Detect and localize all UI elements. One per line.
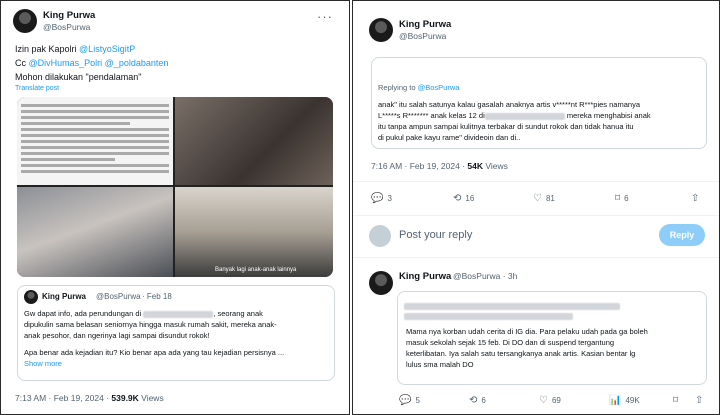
user-avatar bbox=[369, 225, 391, 247]
divider bbox=[353, 215, 719, 216]
reply-author-name[interactable]: King Purwa bbox=[399, 271, 451, 282]
reply-author-handle[interactable]: @BosPurwa · 3h bbox=[453, 271, 517, 281]
more-icon[interactable]: ··· bbox=[317, 9, 333, 24]
tweet-timestamp: 7:13 AM · Feb 19, 2024 · 539.9K Views bbox=[15, 393, 164, 403]
reply-content-box: Mama nya korban udah cerita di IG dia. P… bbox=[397, 291, 707, 385]
reply-button[interactable]: Reply bbox=[659, 224, 705, 246]
left-tweet-panel: King Purwa @BosPurwa ··· Izin pak Kapolr… bbox=[0, 0, 350, 415]
media-grid[interactable]: Banyak lagi anak-anak lainnya bbox=[17, 97, 333, 277]
ward-photo-image[interactable]: Banyak lagi anak-anak lainnya bbox=[175, 187, 333, 277]
redacted-text bbox=[484, 112, 565, 120]
views-icon: 📊 bbox=[609, 395, 622, 406]
reply-line-4: di pukul pake kayu rame" divideoin dan d… bbox=[378, 133, 521, 142]
replying-to-label: Replying to @BosPurwa bbox=[378, 83, 460, 92]
reply-line-1: anak" itu salah satunya kalau gasalah an… bbox=[378, 100, 640, 109]
share-icon: ⇧ bbox=[695, 395, 704, 406]
quote-date: · Feb 18 bbox=[142, 292, 172, 301]
group-photo-image[interactable] bbox=[175, 97, 333, 185]
avatar[interactable] bbox=[369, 18, 393, 42]
show-more-link[interactable]: Show more bbox=[24, 358, 62, 370]
bookmark-action[interactable]: ⌑ bbox=[673, 395, 678, 406]
reply-icon: 💬 bbox=[371, 193, 384, 204]
quote-line-1: Gw dapat info, ada perundungan di , seor… bbox=[24, 309, 263, 318]
bookmark-action[interactable]: ⌑ 6 bbox=[615, 193, 629, 204]
quote-author-name: King Purwa bbox=[42, 292, 87, 301]
avatar[interactable] bbox=[369, 271, 393, 295]
share-icon: ⇧ bbox=[691, 193, 700, 204]
reply-action[interactable]: 💬 5 bbox=[399, 395, 420, 406]
redacted-text bbox=[143, 310, 214, 318]
author-name[interactable]: King Purwa bbox=[399, 19, 451, 30]
heart-icon: ♡ bbox=[533, 193, 542, 204]
reply2-line-2: masuk sekolah sejak 15 feb. Di DO dan di… bbox=[406, 338, 615, 347]
repost-action[interactable]: ⟲ 16 bbox=[453, 193, 474, 204]
image-caption: Banyak lagi anak-anak lainnya bbox=[215, 267, 297, 273]
repost-icon: ⟲ bbox=[469, 395, 478, 406]
like-action[interactable]: ♡ 81 bbox=[533, 193, 555, 204]
hospital-photo-image[interactable] bbox=[17, 187, 173, 277]
reply2-line-4: lulus sma malah DO bbox=[406, 360, 474, 369]
quote-author-handle: @BosPurwa bbox=[96, 292, 141, 301]
repost-icon: ⟲ bbox=[453, 193, 462, 204]
quote-line-3: anak pesohor, dan ngerinya lagi sampai d… bbox=[24, 331, 210, 340]
share-action[interactable]: ⇧ bbox=[695, 395, 703, 406]
divider bbox=[353, 257, 719, 258]
right-reply-panel: King Purwa @BosPurwa Replying to @BosPur… bbox=[352, 0, 720, 415]
reply2-line-3: keterlibatan. Iya salah satu tersangkany… bbox=[406, 349, 636, 358]
reply-input[interactable]: Post your reply bbox=[399, 229, 472, 241]
reply2-line-1: Mama nya korban udah cerita di IG dia. P… bbox=[406, 327, 648, 336]
redacted-header bbox=[404, 308, 574, 326]
heart-icon: ♡ bbox=[539, 395, 548, 406]
divider bbox=[353, 181, 719, 182]
author-name[interactable]: King Purwa bbox=[43, 10, 95, 21]
reply-line-2: L*****s R******* anak kelas 12 di mereka… bbox=[378, 111, 651, 120]
translate-link[interactable]: Translate post bbox=[15, 83, 59, 95]
mention-link[interactable]: @_poldabanten bbox=[105, 58, 169, 68]
avatar[interactable] bbox=[13, 9, 37, 33]
reply-content-box: Replying to @BosPurwa anak" itu salah sa… bbox=[371, 57, 707, 149]
tweet-line-1: Izin pak Kapolri @ListyoSigitP bbox=[15, 44, 136, 54]
author-handle[interactable]: @BosPurwa bbox=[399, 31, 446, 41]
mention-link[interactable]: @BosPurwa bbox=[418, 83, 460, 92]
reply-action[interactable]: 💬 3 bbox=[371, 193, 392, 204]
repost-action[interactable]: ⟲ 6 bbox=[469, 395, 486, 406]
quoted-tweet[interactable]: King Purwa @BosPurwa · Feb 18 Gw dapat i… bbox=[17, 285, 335, 381]
tweet-line-2: Cc @DivHumas_Polri @_poldabanten bbox=[15, 58, 169, 68]
reply-line-3: itu tanpa ampun sampai kulitnya terbakar… bbox=[378, 122, 634, 131]
bookmark-icon: ⌑ bbox=[615, 193, 621, 204]
mention-link[interactable]: @ListyoSigitP bbox=[79, 44, 135, 54]
mention-link[interactable]: @DivHumas_Polri bbox=[29, 58, 103, 68]
avatar bbox=[24, 290, 38, 304]
views-action[interactable]: 📊 49K bbox=[609, 395, 640, 406]
bookmark-icon: ⌑ bbox=[673, 395, 679, 406]
like-action[interactable]: ♡ 69 bbox=[539, 395, 561, 406]
quote-line-4: Apa benar ada kejadian itu? Kio benar ap… bbox=[24, 348, 285, 357]
quote-line-2: dipukulin sama belasan seniornya hingga … bbox=[24, 320, 277, 329]
reply-timestamp: 7:16 AM · Feb 19, 2024 · 54K Views bbox=[371, 161, 508, 171]
author-handle[interactable]: @BosPurwa bbox=[43, 22, 90, 32]
reply-icon: 💬 bbox=[399, 395, 412, 406]
share-action[interactable]: ⇧ bbox=[691, 193, 699, 204]
screenshot-image[interactable] bbox=[17, 97, 173, 185]
tweet-line-3: Mohon dilakukan "pendalaman" bbox=[15, 72, 142, 82]
